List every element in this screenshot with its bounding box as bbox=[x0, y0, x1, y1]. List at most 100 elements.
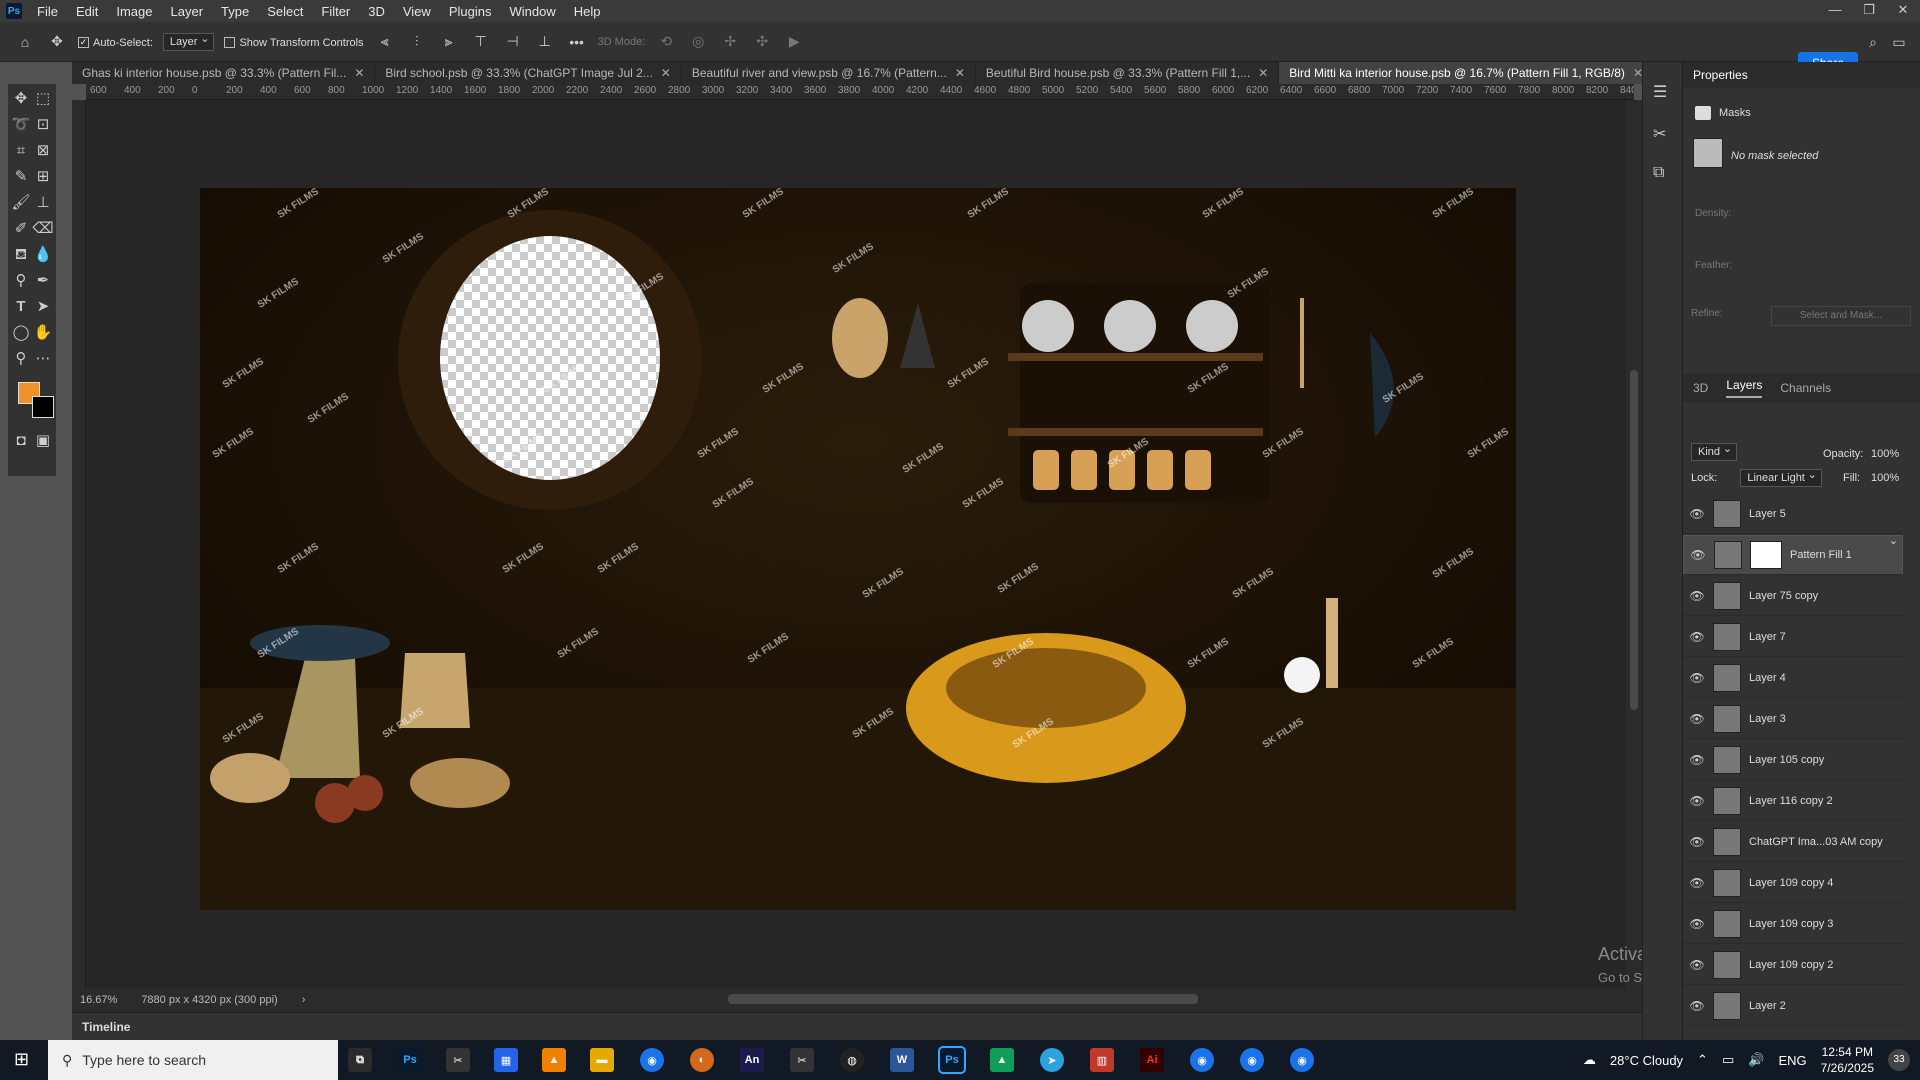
3d-camera-icon[interactable]: ▶ bbox=[783, 31, 805, 53]
tab-document-5[interactable]: Bird Mitti ka interior house.psb @ 16.7%… bbox=[1279, 62, 1654, 84]
layer-row[interactable]: 👁 Layer 116 copy 2 bbox=[1683, 781, 1903, 821]
fill-value[interactable]: 100% bbox=[1871, 472, 1899, 484]
layer-row[interactable]: 👁 Layer 75 copy bbox=[1683, 576, 1903, 616]
align-middle-icon[interactable]: ⊣ bbox=[502, 31, 524, 53]
visibility-eye-icon[interactable]: 👁 bbox=[1689, 630, 1705, 644]
store-taskbar-icon[interactable]: ▦ bbox=[494, 1048, 518, 1072]
3d-pan-icon[interactable]: ✢ bbox=[719, 31, 741, 53]
align-center-icon[interactable]: ⫶ bbox=[406, 31, 428, 53]
screen-mode-icon[interactable]: ▣ bbox=[32, 430, 54, 452]
animate-taskbar-icon[interactable]: An bbox=[740, 1048, 764, 1072]
language-indicator[interactable]: ENG bbox=[1778, 1053, 1806, 1068]
search-icon[interactable]: ⌕ bbox=[1862, 31, 1884, 53]
align-bottom-icon[interactable]: ⊥ bbox=[534, 31, 556, 53]
visibility-eye-icon[interactable]: 👁 bbox=[1689, 507, 1705, 521]
minimize-icon[interactable]: — bbox=[1818, 0, 1852, 22]
menu-help[interactable]: Help bbox=[565, 4, 610, 19]
layer-kind-filter[interactable]: Kind bbox=[1691, 443, 1738, 461]
menu-type[interactable]: Type bbox=[212, 4, 258, 19]
windows-start-icon[interactable]: ⊞ bbox=[14, 1049, 29, 1070]
volume-icon[interactable]: 🔊 bbox=[1748, 1052, 1764, 1068]
close-icon[interactable]: ✕ bbox=[1886, 0, 1920, 22]
photoshop-taskbar-icon[interactable]: Ps bbox=[398, 1048, 422, 1072]
3d-slide-icon[interactable]: ✣ bbox=[751, 31, 773, 53]
layer-row[interactable]: 👁 Layer 109 copy 4 bbox=[1683, 863, 1903, 903]
menu-layer[interactable]: Layer bbox=[162, 4, 213, 19]
chrome-taskbar-icon[interactable]: ◉ bbox=[640, 1048, 664, 1072]
visibility-eye-icon[interactable]: 👁 bbox=[1689, 958, 1705, 972]
align-left-icon[interactable]: ⫷ bbox=[374, 31, 396, 53]
frame-tool-icon[interactable]: ⊠ bbox=[32, 140, 54, 162]
visibility-eye-icon[interactable]: 👁 bbox=[1689, 712, 1705, 726]
blur-tool-icon[interactable]: 💧 bbox=[32, 244, 54, 266]
telegram-taskbar-icon[interactable]: ➤ bbox=[1040, 1048, 1064, 1072]
visibility-eye-icon[interactable]: 👁 bbox=[1689, 876, 1705, 890]
layer-mask-thumbnail[interactable] bbox=[1750, 541, 1782, 569]
workspace-icon[interactable]: ▭ bbox=[1888, 31, 1910, 53]
close-tab-icon[interactable]: ✕ bbox=[1258, 66, 1268, 80]
task-view-icon[interactable]: ⧉ bbox=[348, 1048, 372, 1072]
tab-document-4[interactable]: Beutiful Bird house.psb @ 33.3% (Pattern… bbox=[976, 62, 1280, 84]
menu-edit[interactable]: Edit bbox=[67, 4, 107, 19]
tab-document-1[interactable]: Ghas ki interior house.psb @ 33.3% (Patt… bbox=[72, 62, 376, 84]
close-tab-icon[interactable]: ✕ bbox=[955, 66, 965, 80]
object-select-icon[interactable]: ⊡ bbox=[32, 114, 54, 136]
menu-3d[interactable]: 3D bbox=[359, 4, 394, 19]
layer-row[interactable]: 👁 Layer 109 copy 3 bbox=[1683, 904, 1903, 944]
tools-panel-icon[interactable]: ✂ bbox=[1653, 124, 1666, 144]
blend-mode-dropdown[interactable]: Linear Light bbox=[1740, 469, 1822, 487]
auto-select-checkbox[interactable]: ✓ Auto-Select: bbox=[78, 35, 153, 49]
obs-taskbar-icon[interactable]: ◍ bbox=[840, 1048, 864, 1072]
3d-roll-icon[interactable]: ◎ bbox=[687, 31, 709, 53]
status-arrow-icon[interactable]: › bbox=[302, 994, 306, 1006]
visibility-eye-icon[interactable]: 👁 bbox=[1689, 671, 1705, 685]
tab-layers[interactable]: Layers bbox=[1726, 378, 1763, 398]
visibility-eye-icon[interactable]: 👁 bbox=[1689, 589, 1705, 603]
menu-image[interactable]: Image bbox=[107, 4, 161, 19]
weather-icon[interactable]: ☁ bbox=[1583, 1052, 1596, 1068]
photoshop-active-taskbar-icon[interactable]: Ps bbox=[938, 1046, 966, 1074]
vlc-taskbar-icon[interactable]: ▲ bbox=[542, 1048, 566, 1072]
tab-3d[interactable]: 3D bbox=[1693, 381, 1708, 395]
drive-taskbar-icon[interactable]: ▲ bbox=[990, 1048, 1014, 1072]
restore-icon[interactable]: ❐ bbox=[1852, 0, 1886, 22]
dodge-tool-icon[interactable]: ⚲ bbox=[10, 270, 32, 292]
more-tools-icon[interactable]: ⋯ bbox=[32, 348, 54, 370]
clock[interactable]: 12:54 PM 7/26/2025 bbox=[1821, 1044, 1874, 1076]
background-color-swatch[interactable] bbox=[32, 396, 54, 418]
menu-select[interactable]: Select bbox=[258, 4, 312, 19]
3d-rotate-icon[interactable]: ⟲ bbox=[655, 31, 677, 53]
vertical-scrollbar[interactable] bbox=[1626, 100, 1642, 988]
capcut-taskbar-icon[interactable]: ✂ bbox=[446, 1048, 470, 1072]
quick-mask-icon[interactable]: ◘ bbox=[10, 430, 32, 452]
chrome-3-taskbar-icon[interactable]: ◉ bbox=[1240, 1048, 1264, 1072]
select-and-mask-button[interactable]: Select and Mask... bbox=[1771, 306, 1911, 326]
menu-view[interactable]: View bbox=[394, 4, 440, 19]
history-brush-icon[interactable]: ✐ bbox=[10, 218, 32, 240]
zoom-level[interactable]: 16.67% bbox=[80, 994, 117, 1006]
timeline-label[interactable]: Timeline bbox=[82, 1020, 130, 1034]
visibility-eye-icon[interactable]: 👁 bbox=[1689, 794, 1705, 808]
tab-channels[interactable]: Channels bbox=[1780, 381, 1831, 395]
visibility-eye-icon[interactable]: 👁 bbox=[1690, 548, 1706, 562]
network-icon[interactable]: ▭ bbox=[1722, 1052, 1734, 1068]
layer-row[interactable]: 👁 Layer 4 bbox=[1683, 658, 1903, 698]
home-icon[interactable]: ⌂ bbox=[14, 31, 36, 53]
layer-row[interactable]: 👁 Layer 109 copy 2 bbox=[1683, 945, 1903, 985]
opacity-value[interactable]: 100% bbox=[1871, 448, 1899, 460]
visibility-eye-icon[interactable]: 👁 bbox=[1689, 835, 1705, 849]
close-tab-icon[interactable]: ✕ bbox=[354, 66, 364, 80]
layer-row[interactable]: 👁 Layer 5 bbox=[1683, 494, 1903, 534]
brush-tool-icon[interactable]: 🖌 bbox=[10, 192, 32, 214]
layer-row[interactable]: 👁 Layer 105 copy bbox=[1683, 740, 1903, 780]
layer-row[interactable]: 👁 ChatGPT Ima...03 AM copy bbox=[1683, 822, 1903, 862]
auto-select-dropdown[interactable]: Layer bbox=[162, 32, 215, 51]
marquee-tool-icon[interactable]: ⬚ bbox=[32, 88, 54, 110]
path-select-icon[interactable]: ➤ bbox=[32, 296, 54, 318]
illustrator-taskbar-icon[interactable]: Ai bbox=[1140, 1048, 1164, 1072]
paint-bucket-icon[interactable]: ⛾ bbox=[10, 244, 32, 266]
layer-row[interactable]: 👁 Pattern Fill 1 bbox=[1683, 534, 1903, 575]
properties-title[interactable]: Properties bbox=[1693, 68, 1748, 82]
layer-row[interactable]: 👁 Layer 2 bbox=[1683, 986, 1903, 1026]
layer-row[interactable]: 👁 Layer 7 bbox=[1683, 617, 1903, 657]
